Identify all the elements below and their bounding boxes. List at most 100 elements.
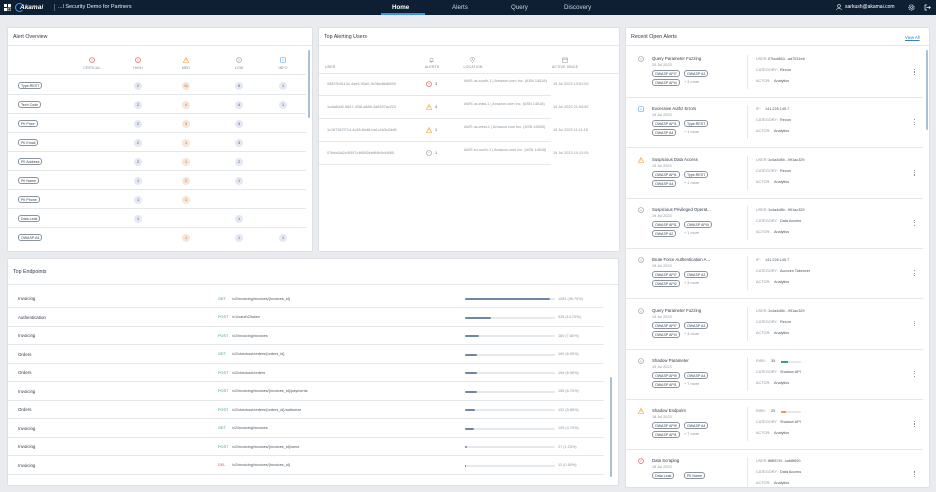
alert-tag-chip[interactable]: OWASP API1 <box>652 170 680 178</box>
alert-tag-chip[interactable]: OWASP API7 <box>652 70 680 77</box>
alert-tag-chip[interactable]: OWASP A4 <box>652 129 677 137</box>
user-value[interactable]: 1c4a4d8b...991ac329 <box>768 309 805 313</box>
alert-tag-chip[interactable]: OWASP A2 <box>652 229 677 237</box>
tab-discovery[interactable]: Discovery <box>564 4 591 11</box>
alert-tag-chip[interactable]: Type:REST <box>684 120 709 128</box>
alert-overview-scrollbar[interactable] <box>308 50 310 118</box>
user-value[interactable]: 8f8f574f...ca68f690 <box>768 459 801 463</box>
user-id-link[interactable]: 07bfdd4d2c9f397c4f68f2eb8f4b5c4f685 <box>327 151 425 155</box>
more-tags-link[interactable]: + 1 more <box>684 231 699 235</box>
alert-count-badge[interactable]: 2 <box>134 139 142 147</box>
endpoint-path-link[interactable]: /v1/oauth2/token <box>232 315 260 319</box>
alert-title-link[interactable]: Brute Force Authentication A... <box>652 257 710 262</box>
user-id-link[interactable]: 1c187367f714-4c38-8ed8-ba1c1b3c2dd8 <box>327 128 425 132</box>
endpoint-path-link[interactable]: /v2/invoicing/invoices <box>232 426 268 430</box>
akamai-logo[interactable]: Akamai <box>15 3 43 12</box>
alert-tag-chip[interactable]: PII Name <box>684 472 705 480</box>
alert-count-badge[interactable]: 2 <box>134 82 142 90</box>
settings-gear-icon[interactable] <box>908 4 915 11</box>
alert-count-badge[interactable]: 1 <box>279 82 287 90</box>
view-all-link[interactable]: View All <box>905 35 920 40</box>
alert-tag-chip[interactable]: OWASP API2 <box>652 280 680 288</box>
user-value[interactable]: 1c4a4d8b...991ac329 <box>768 158 805 162</box>
alert-count-badge[interactable]: 2 <box>134 158 142 166</box>
alert-count-badge[interactable]: 2 <box>134 120 142 128</box>
endpoint-path-link[interactable]: /v2/invoicing/invoices <box>232 334 268 338</box>
alert-title-link[interactable]: Suspicious Privileged Operat... <box>652 207 711 212</box>
recent-alerts-scrollbar[interactable] <box>926 50 928 130</box>
endpoint-service-name[interactable]: Orders <box>18 407 31 412</box>
alert-tag-chip[interactable]: Data Leak <box>652 472 675 480</box>
endpoint-path-link[interactable]: /v2/invoicing/invoices/{invoices_id} <box>232 463 290 467</box>
alert-count-badge[interactable]: 6 <box>235 82 243 90</box>
more-options-icon[interactable] <box>914 471 916 479</box>
alert-tag-chip[interactable]: OWASP API7 <box>652 271 680 279</box>
ip-value[interactable]: 141.226.145.7 <box>765 258 789 262</box>
more-tags-link[interactable]: + 1 more <box>684 181 699 185</box>
alert-tag-chip[interactable]: OWASP API9 <box>652 422 680 430</box>
more-tags-link[interactable]: + 7 more <box>684 432 699 436</box>
alert-title-link[interactable]: Data Scraping <box>652 458 679 463</box>
col-user[interactable]: USER <box>325 65 335 69</box>
more-tags-link[interactable]: + 7 more <box>684 382 699 386</box>
alert-count-badge[interactable]: 11 <box>182 82 190 90</box>
user-value[interactable]: 1c4a4d8b...991ac329 <box>768 208 805 212</box>
alert-title-link[interactable]: Shadow Parameter <box>652 358 689 363</box>
endpoint-service-name[interactable]: Invoicing <box>18 333 35 338</box>
alert-count-badge[interactable]: 1 <box>182 234 190 242</box>
more-options-icon[interactable] <box>914 370 916 379</box>
alert-title-link[interactable]: Excessive Authz Errors <box>652 106 696 111</box>
user-id-link[interactable]: 1c4a8dd0-5847-4f38-a888-4d8397ac223 <box>327 105 425 109</box>
alert-count-badge[interactable]: 2 <box>182 177 190 185</box>
alert-count-badge[interactable]: 1 <box>134 215 142 223</box>
alert-tag-chip[interactable]: OWASP A3 <box>684 321 709 329</box>
endpoint-service-name[interactable]: Invoicing <box>18 444 35 449</box>
alert-count-badge[interactable]: 1 <box>279 234 287 242</box>
col-low[interactable]: LOW <box>225 66 253 70</box>
user-menu[interactable]: sarkush@akamai.com <box>836 4 895 10</box>
endpoint-path-link[interactable]: /v2/invoicing/invoices/{invoices_id} <box>232 297 290 301</box>
alert-count-badge[interactable]: 4 <box>235 101 243 109</box>
alert-title-link[interactable]: Suspicious Data Access <box>652 157 698 162</box>
more-tags-link[interactable]: + 3 more <box>684 281 699 285</box>
endpoint-service-name[interactable]: Invoicing <box>18 389 35 394</box>
alert-count-badge[interactable]: 1 <box>134 177 142 185</box>
alert-count-badge[interactable]: 2 <box>235 158 243 166</box>
endpoint-service-name[interactable]: Invoicing <box>18 463 35 468</box>
alert-count-badge[interactable]: 3 <box>182 120 190 128</box>
more-options-icon[interactable] <box>914 69 916 77</box>
alert-tag-chip[interactable]: OWASP A4 <box>18 234 43 241</box>
endpoints-scrollbar[interactable] <box>610 377 612 477</box>
endpoint-service-name[interactable]: Invoicing <box>18 296 35 301</box>
alert-count-badge[interactable]: 1 <box>182 139 190 147</box>
alert-count-badge[interactable]: 1 <box>235 234 243 242</box>
col-info[interactable]: INFO <box>269 66 297 70</box>
app-title[interactable]: ...l Security Demo for Partners <box>58 4 132 10</box>
app-grid-icon[interactable] <box>4 4 11 11</box>
alert-count-badge[interactable]: 1 <box>134 196 142 204</box>
alert-title-link[interactable]: Query Parameter Fuzzing <box>652 308 701 313</box>
alert-tag-chip[interactable]: OWASP API1 <box>652 431 680 439</box>
more-tags-link[interactable]: + 1 more <box>684 130 699 134</box>
endpoint-path-link[interactable]: /v2/invoicing/invoices/{invoices_id}/pay… <box>232 389 308 393</box>
alert-tag-chip[interactable]: OWASP API9 <box>652 371 680 379</box>
alert-tag-chip[interactable]: Type:REST <box>18 82 43 89</box>
alert-count-badge[interactable]: 1 <box>182 196 190 204</box>
more-options-icon[interactable] <box>914 169 916 178</box>
col-med[interactable]: MED <box>172 66 200 70</box>
alert-tag-chip[interactable]: OWASP API4 <box>652 330 680 338</box>
alert-tag-chip[interactable]: OWASP API7 <box>652 321 680 329</box>
alert-tag-chip[interactable]: PII Name <box>18 177 39 184</box>
more-tags-link[interactable]: + 3 more <box>684 80 699 84</box>
tab-home[interactable]: Home <box>392 4 409 11</box>
logout-icon[interactable] <box>924 4 931 11</box>
more-options-icon[interactable] <box>914 119 916 127</box>
alert-tag-chip[interactable]: PII Address <box>18 158 43 165</box>
col-active-since[interactable]: ACTIVE SINCE <box>545 65 585 69</box>
alert-tag-chip[interactable]: Type:REST <box>684 170 709 178</box>
alert-tag-chip[interactable]: OWASP API1 <box>652 220 680 228</box>
endpoint-path-link[interactable]: /v2/checkout/orders <box>232 371 265 375</box>
alert-count-badge[interactable]: 1 <box>279 101 287 109</box>
alert-tag-chip[interactable]: OWASP A4 <box>652 179 677 187</box>
alert-count-badge[interactable]: 2 <box>134 101 142 109</box>
